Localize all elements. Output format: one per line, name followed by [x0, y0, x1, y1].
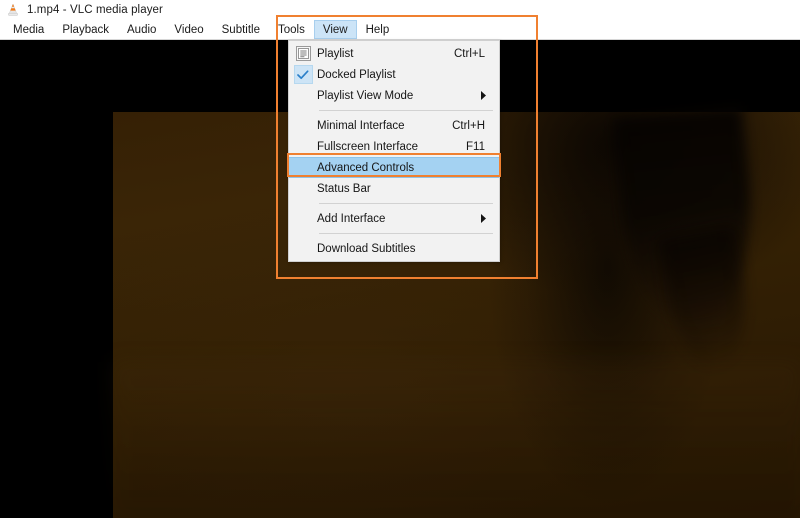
menubar-item-help[interactable]: Help — [357, 20, 399, 39]
menubar-item-audio[interactable]: Audio — [118, 20, 165, 39]
menu-item-label: Download Subtitles — [317, 242, 416, 255]
menu-separator — [319, 203, 493, 204]
menubar-item-playback[interactable]: Playback — [53, 20, 118, 39]
menu-item-shortcut: Ctrl+H — [452, 119, 485, 132]
menu-item-label: Advanced Controls — [317, 161, 415, 174]
menubar-item-video[interactable]: Video — [165, 20, 212, 39]
menu-item-playlist-view-mode[interactable]: Playlist View Mode — [289, 85, 499, 106]
menu-bar: Media Playback Audio Video Subtitle Tool… — [0, 20, 800, 40]
menu-item-docked-playlist[interactable]: Docked Playlist — [289, 64, 499, 85]
menu-item-label: Add Interface — [317, 212, 386, 225]
menubar-item-subtitle[interactable]: Subtitle — [213, 20, 269, 39]
menu-item-label: Playlist View Mode — [317, 89, 414, 102]
vlc-media-player-window: 1.mp4 - VLC media player Media Playback … — [0, 0, 800, 518]
playlist-icon — [289, 43, 317, 64]
chevron-right-icon — [481, 214, 499, 223]
menu-separator — [319, 233, 493, 234]
menubar-item-tools[interactable]: Tools — [269, 20, 314, 39]
vlc-cone-icon — [6, 3, 20, 17]
view-dropdown-menu: Playlist Ctrl+L Docked Playlist Playlist… — [288, 40, 500, 262]
menu-item-label: Status Bar — [317, 182, 371, 195]
check-icon — [289, 64, 317, 85]
chevron-right-icon — [481, 91, 499, 100]
video-floor-glow — [113, 362, 800, 518]
menu-item-label: Minimal Interface — [317, 119, 405, 132]
menu-item-add-interface[interactable]: Add Interface — [289, 208, 499, 229]
menu-item-playlist[interactable]: Playlist Ctrl+L — [289, 43, 499, 64]
menu-item-shortcut: Ctrl+L — [454, 47, 485, 60]
menu-item-label: Fullscreen Interface — [317, 140, 418, 153]
menubar-item-media[interactable]: Media — [4, 20, 53, 39]
menu-item-shortcut: F11 — [466, 140, 485, 153]
menu-item-label: Docked Playlist — [317, 68, 396, 81]
menu-item-status-bar[interactable]: Status Bar — [289, 178, 499, 199]
menu-item-download-subtitles[interactable]: Download Subtitles — [289, 238, 499, 259]
menu-item-fullscreen-interface[interactable]: Fullscreen Interface F11 — [289, 136, 499, 157]
menu-separator — [319, 110, 493, 111]
menu-item-label: Playlist — [317, 47, 354, 60]
menubar-item-view[interactable]: View — [313, 20, 357, 39]
menu-item-minimal-interface[interactable]: Minimal Interface Ctrl+H — [289, 115, 499, 136]
menu-item-advanced-controls[interactable]: Advanced Controls — [289, 157, 499, 178]
title-bar: 1.mp4 - VLC media player — [0, 0, 800, 20]
window-title: 1.mp4 - VLC media player — [27, 4, 163, 16]
